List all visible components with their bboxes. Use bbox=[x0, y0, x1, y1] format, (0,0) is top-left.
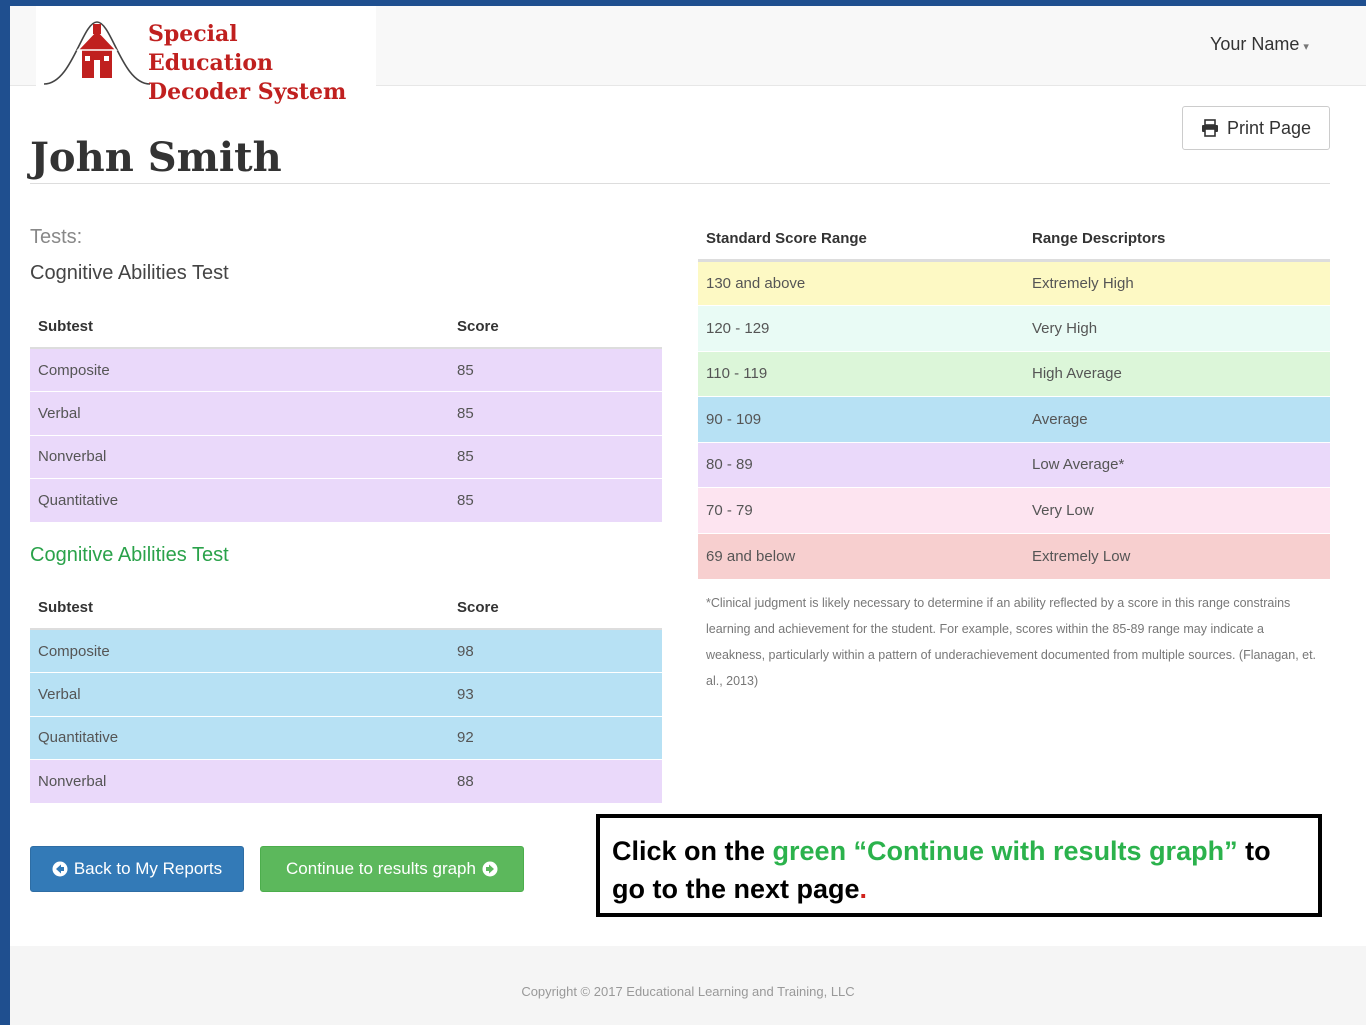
table-row: 90 - 109 Average bbox=[698, 396, 1330, 442]
table-row: Verbal 93 bbox=[30, 672, 662, 716]
table-row: 80 - 89 Low Average* bbox=[698, 441, 1330, 488]
divider bbox=[30, 183, 1330, 184]
back-to-my-reports-button[interactable]: Back to My Reports bbox=[30, 846, 244, 892]
column-header-score: Score bbox=[449, 306, 662, 349]
test2-heading: Cognitive Abilities Test bbox=[30, 544, 229, 566]
caret-down-icon: ▾ bbox=[1303, 41, 1309, 53]
subtest-cell: Verbal bbox=[30, 672, 449, 716]
table-row: Nonverbal 88 bbox=[30, 759, 662, 803]
user-menu-dropdown[interactable]: Your Name ▾ bbox=[1210, 34, 1309, 55]
table-row: 120 - 129 Very High bbox=[698, 305, 1330, 351]
continue-to-results-graph-button[interactable]: Continue to results graph bbox=[260, 846, 524, 892]
range-cell: 130 and above bbox=[698, 259, 1024, 306]
callout-period: . bbox=[859, 874, 868, 904]
column-header-range: Standard Score Range bbox=[698, 218, 1024, 262]
instruction-callout: Click on the green “Continue with result… bbox=[596, 814, 1322, 917]
copyright-text: Copyright © 2017 Educational Learning an… bbox=[521, 984, 855, 999]
column-header-descriptor: Range Descriptors bbox=[1024, 218, 1330, 262]
range-cell: 69 and below bbox=[698, 532, 1024, 579]
descriptor-cell: Very Low bbox=[1024, 487, 1330, 533]
score-range-table: Standard Score Range Range Descriptors 1… bbox=[698, 218, 1330, 579]
column-header-subtest: Subtest bbox=[30, 587, 449, 630]
tests-label: Tests: bbox=[30, 226, 83, 248]
test1-score-table: Subtest Score Composite 85 Verbal 85 Non… bbox=[30, 306, 662, 522]
range-cell: 80 - 89 bbox=[698, 441, 1024, 488]
range-cell: 90 - 109 bbox=[698, 396, 1024, 442]
print-page-button[interactable]: Print Page bbox=[1182, 106, 1330, 150]
arrow-circle-right-icon bbox=[482, 861, 498, 877]
range-footnote: *Clinical judgment is likely necessary t… bbox=[706, 596, 1317, 688]
subtest-cell: Verbal bbox=[30, 391, 449, 435]
table-row: 130 and above Extremely High bbox=[698, 259, 1330, 306]
descriptor-cell: Extremely Low bbox=[1024, 532, 1330, 579]
score-cell: 85 bbox=[449, 478, 662, 522]
test2-score-table: Subtest Score Composite 98 Verbal 93 Qua… bbox=[30, 587, 662, 803]
table-header-row: Standard Score Range Range Descriptors bbox=[698, 218, 1330, 262]
descriptor-cell: High Average bbox=[1024, 350, 1330, 397]
arrow-circle-left-icon bbox=[52, 861, 68, 877]
page-footer: Copyright © 2017 Educational Learning an… bbox=[10, 946, 1366, 1025]
table-row: Composite 98 bbox=[30, 628, 662, 673]
brand-logo[interactable]: Special Education Decoder System bbox=[36, 6, 376, 105]
subtest-cell: Nonverbal bbox=[30, 759, 449, 803]
score-cell: 88 bbox=[449, 759, 662, 803]
range-cell: 120 - 129 bbox=[698, 305, 1024, 351]
table-row: Composite 85 bbox=[30, 347, 662, 392]
navbar: Special Education Decoder System Your Na… bbox=[10, 6, 1366, 105]
brand-line-1: Special Education bbox=[148, 21, 273, 76]
table-row: 70 - 79 Very Low bbox=[698, 487, 1330, 533]
table-row: Nonverbal 85 bbox=[30, 434, 662, 479]
subtest-cell: Quantitative bbox=[30, 715, 449, 760]
brand-name: Special Education Decoder System bbox=[148, 20, 368, 107]
back-button-label: Back to My Reports bbox=[73, 859, 223, 878]
range-cell: 110 - 119 bbox=[698, 350, 1024, 397]
table-header-row: Subtest Score bbox=[30, 587, 662, 630]
descriptor-cell: Very High bbox=[1024, 305, 1330, 351]
app-window: Special Education Decoder System Your Na… bbox=[10, 6, 1366, 1025]
score-cell: 85 bbox=[449, 391, 662, 435]
score-cell: 85 bbox=[449, 434, 662, 479]
brand-line-2: Decoder System bbox=[148, 79, 347, 105]
table-row: 69 and below Extremely Low bbox=[698, 532, 1330, 579]
score-cell: 98 bbox=[449, 628, 662, 673]
test1-heading: Cognitive Abilities Test bbox=[30, 262, 229, 284]
descriptor-cell: Extremely High bbox=[1024, 259, 1330, 306]
subtest-cell: Nonverbal bbox=[30, 434, 449, 479]
column-header-score: Score bbox=[449, 587, 662, 630]
range-cell: 70 - 79 bbox=[698, 487, 1024, 533]
subtest-cell: Composite bbox=[30, 347, 449, 392]
descriptor-cell: Average bbox=[1024, 396, 1330, 442]
table-row: 110 - 119 High Average bbox=[698, 350, 1330, 397]
callout-text-highlight: green “Continue with results graph” bbox=[772, 836, 1238, 866]
subtest-cell: Quantitative bbox=[30, 478, 449, 522]
column-header-subtest: Subtest bbox=[30, 306, 449, 349]
descriptor-cell: Low Average* bbox=[1024, 441, 1330, 488]
page-title: John Smith bbox=[30, 134, 282, 181]
continue-button-label: Continue to results graph bbox=[286, 859, 476, 878]
score-cell: 93 bbox=[449, 672, 662, 716]
table-row: Verbal 85 bbox=[30, 391, 662, 435]
table-row: Quantitative 92 bbox=[30, 715, 662, 760]
callout-text-1: Click on the bbox=[612, 836, 773, 866]
table-row: Quantitative 85 bbox=[30, 478, 662, 522]
subtest-cell: Composite bbox=[30, 628, 449, 673]
print-page-label: Print Page bbox=[1226, 117, 1312, 138]
score-cell: 85 bbox=[449, 347, 662, 392]
table-header-row: Subtest Score bbox=[30, 306, 662, 349]
score-cell: 92 bbox=[449, 715, 662, 760]
printer-icon bbox=[1201, 119, 1218, 137]
schoolhouse-bell-curve-icon bbox=[43, 21, 151, 85]
user-name-label: Your Name bbox=[1210, 34, 1300, 54]
